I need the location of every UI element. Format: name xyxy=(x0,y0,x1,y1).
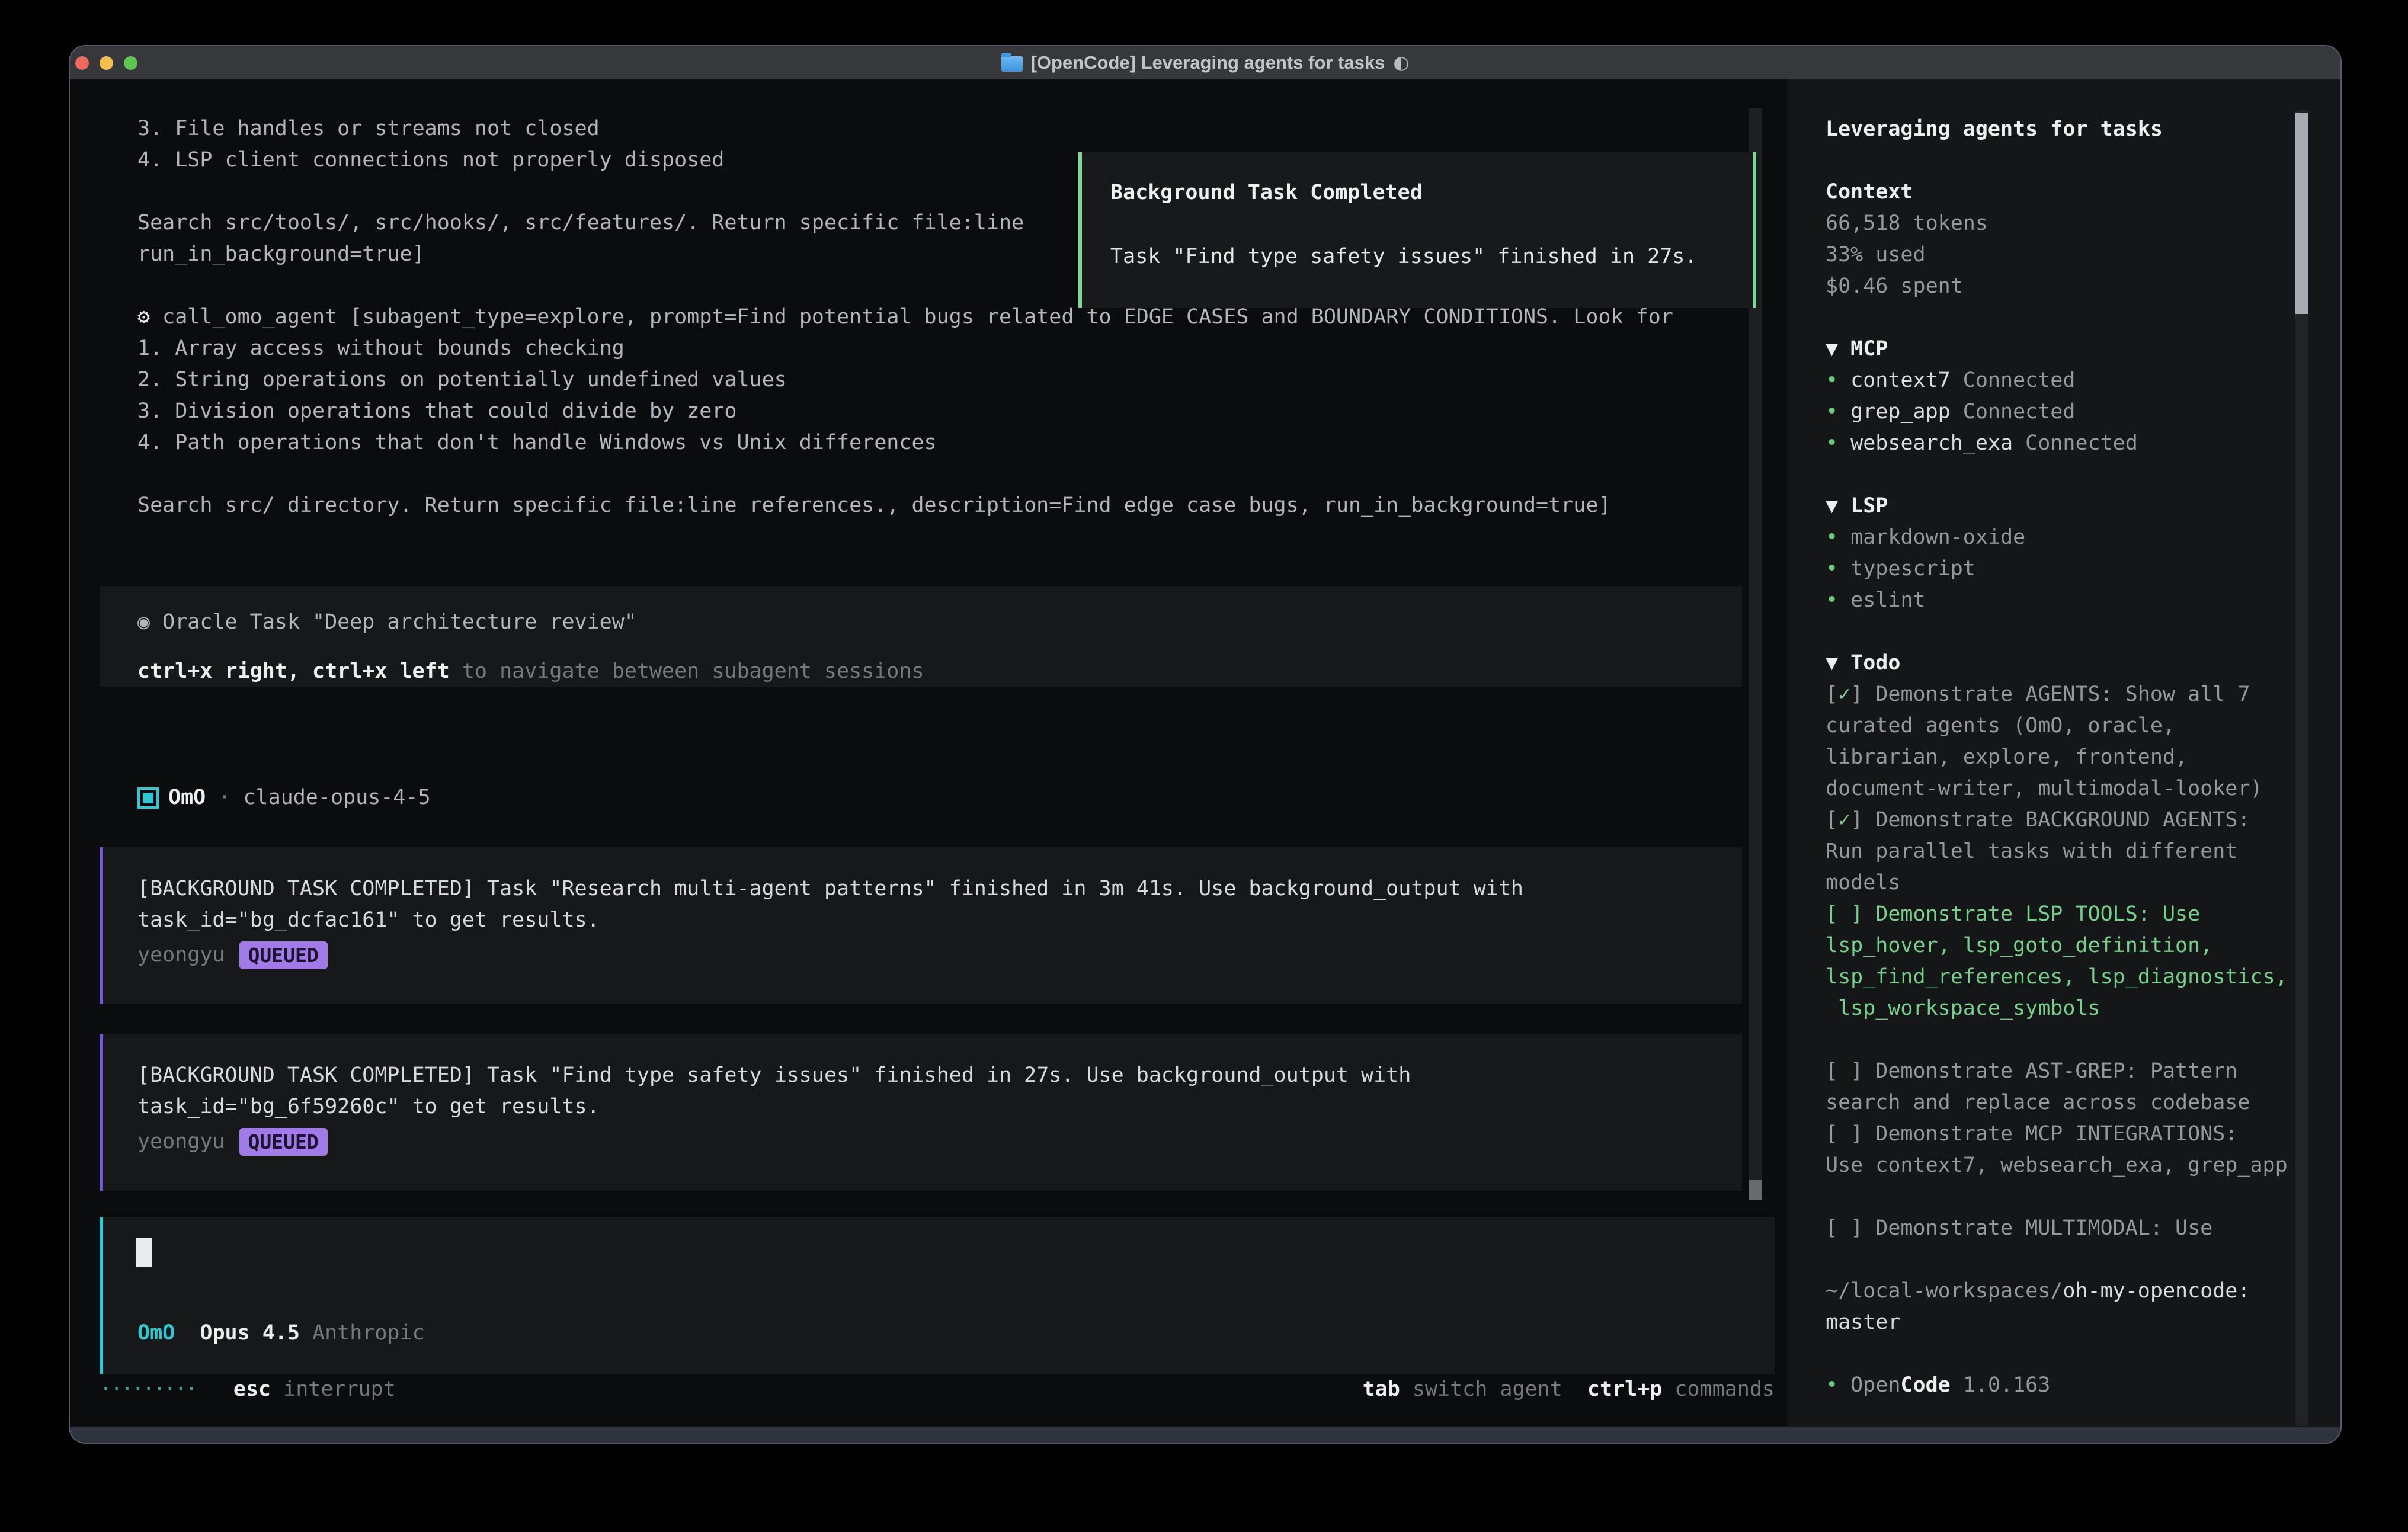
text-line: librarian, explore, frontend, xyxy=(1826,742,2288,773)
text-line: • OpenCode 1.0.163 xyxy=(1826,1370,2288,1401)
text-line: [ ] Demonstrate AST-GREP: Pattern xyxy=(1826,1056,2288,1087)
background-task-message-1: [BACKGROUND TASK COMPLETED] Task "Resear… xyxy=(100,847,1742,1004)
keybind-hints: tab switch agent ctrl+p commands xyxy=(1363,1374,1775,1405)
text-line xyxy=(1826,302,2288,334)
window-bottom-bar xyxy=(70,1426,2340,1443)
traffic-lights xyxy=(75,46,137,79)
interrupt-hint: ········· esc interrupt xyxy=(100,1374,396,1405)
text-line: master xyxy=(1826,1307,2288,1338)
toast-body: Task "Find type safety issues" finished … xyxy=(1110,245,1697,268)
text-line: search and replace across codebase xyxy=(1826,1087,2288,1118)
session-state-icon: ◐ xyxy=(1393,52,1409,73)
omo-agent-icon xyxy=(137,787,159,809)
text-line xyxy=(1826,616,2288,648)
zoom-button[interactable] xyxy=(124,56,137,70)
chat-scrollbar-thumb[interactable] xyxy=(1749,1180,1762,1200)
text-line: lsp_workspace_symbols xyxy=(1826,993,2288,1024)
text-line xyxy=(1826,1244,2288,1275)
text-line: 66,518 tokens xyxy=(1826,208,2288,239)
text-line: ~/local-workspaces/oh-my-opencode: xyxy=(1826,1275,2288,1307)
sidebar-scrollbar-track[interactable] xyxy=(2295,110,2308,1428)
text-line xyxy=(1826,459,2288,491)
window-title: [OpenCode] Leveraging agents for tasks ◐ xyxy=(1001,52,1410,73)
queued-badge: QUEUED xyxy=(239,941,328,969)
text-cursor xyxy=(136,1238,152,1267)
message-footer: yeongyu QUEUED xyxy=(137,1126,1742,1158)
text-line: 4. Path operations that don't handle Win… xyxy=(137,427,1673,459)
model-info: OmO Opus 4.5 Anthropic xyxy=(137,1318,425,1349)
text-line xyxy=(137,459,1673,490)
titlebar: [OpenCode] Leveraging agents for tasks ◐ xyxy=(70,46,2340,81)
text-line: 2. String operations on potentially unde… xyxy=(137,364,1673,396)
status-bar: ········· esc interrupt tab switch agent… xyxy=(100,1374,1775,1405)
text-line: • typescript xyxy=(1826,553,2288,585)
screen: { "window": { "title": "[OpenCode] Lever… xyxy=(0,0,2408,1532)
sidebar-content: Leveraging agents for tasks Context66,51… xyxy=(1826,79,2288,1401)
toast-title: Background Task Completed xyxy=(1110,181,1423,204)
text-line: [ ] Demonstrate LSP TOOLS: Use xyxy=(1826,899,2288,930)
user-label: yeongyu xyxy=(137,940,225,971)
opencode-window: [OpenCode] Leveraging agents for tasks ◐… xyxy=(69,45,2342,1444)
text-line: 3. File handles or streams not closed xyxy=(137,113,1673,145)
minimize-button[interactable] xyxy=(100,56,113,70)
text-line: • websearch_exa Connected xyxy=(1826,428,2288,459)
text-line: • context7 Connected xyxy=(1826,365,2288,396)
text-line: lsp_find_references, lsp_diagnostics, xyxy=(1826,961,2288,993)
sidebar: Leveraging agents for tasks Context66,51… xyxy=(1787,79,2340,1427)
text-line: [✓] Demonstrate BACKGROUND AGENTS: xyxy=(1826,805,2288,836)
agent-header: OmO · claude-opus-4-5 xyxy=(137,782,431,813)
text-line: $0.46 spent xyxy=(1826,271,2288,302)
text-line: 3. Division operations that could divide… xyxy=(137,396,1673,427)
folder-icon xyxy=(1001,56,1023,72)
text-line: [✓] Demonstrate AGENTS: Show all 7 xyxy=(1826,679,2288,710)
oracle-task-hint: ctrl+x right, ctrl+x left to navigate be… xyxy=(137,656,1742,687)
text-line: 33% used xyxy=(1826,239,2288,271)
text-line: task_id="bg_dcfac161" to get results. xyxy=(137,905,1742,936)
agent-header-text: OmO · claude-opus-4-5 xyxy=(168,782,431,813)
sidebar-scrollbar-thumb[interactable] xyxy=(2295,113,2308,314)
oracle-task-panel: ◉ Oracle Task "Deep architecture review"… xyxy=(100,586,1742,687)
text-line: • eslint xyxy=(1826,585,2288,616)
text-line: • markdown-oxide xyxy=(1826,522,2288,553)
message-footer: yeongyu QUEUED xyxy=(137,940,1742,971)
prompt-input[interactable]: OmO Opus 4.5 Anthropic xyxy=(100,1217,1775,1374)
text-line: 1. Array access without bounds checking xyxy=(137,333,1673,364)
text-line: Run parallel tasks with different xyxy=(1826,836,2288,867)
background-task-message-2: [BACKGROUND TASK COMPLETED] Task "Find t… xyxy=(100,1034,1742,1191)
text-line: document-writer, multimodal-looker) xyxy=(1826,773,2288,805)
text-line: ▼ LSP xyxy=(1826,491,2288,522)
text-line xyxy=(1826,1024,2288,1056)
text-line xyxy=(1826,1338,2288,1370)
text-line: Leveraging agents for tasks xyxy=(1826,114,2288,145)
toast-notification: Background Task Completed Task "Find typ… xyxy=(1078,152,1756,308)
text-line: Context xyxy=(1826,177,2288,208)
text-line: Use context7, websearch_exa, grep_app xyxy=(1826,1150,2288,1181)
message-lines: [BACKGROUND TASK COMPLETED] Task "Resear… xyxy=(137,873,1742,936)
text-line xyxy=(1826,145,2288,177)
text-line: [BACKGROUND TASK COMPLETED] Task "Resear… xyxy=(137,873,1742,905)
text-line: lsp_hover, lsp_goto_definition, xyxy=(1826,930,2288,961)
user-label: yeongyu xyxy=(137,1126,225,1158)
window-title-text: [OpenCode] Leveraging agents for tasks xyxy=(1031,52,1385,73)
text-line: task_id="bg_6f59260c" to get results. xyxy=(137,1091,1742,1123)
message-lines: [BACKGROUND TASK COMPLETED] Task "Find t… xyxy=(137,1060,1742,1123)
oracle-task-title: ◉ Oracle Task "Deep architecture review" xyxy=(137,607,1742,638)
queued-badge: QUEUED xyxy=(239,1128,328,1156)
text-line: ▼ Todo xyxy=(1826,648,2288,679)
text-line: [ ] Demonstrate MULTIMODAL: Use xyxy=(1826,1213,2288,1244)
close-button[interactable] xyxy=(75,56,89,70)
text-line: models xyxy=(1826,867,2288,899)
text-line xyxy=(1826,1181,2288,1213)
text-line: [ ] Demonstrate MCP INTEGRATIONS: xyxy=(1826,1118,2288,1150)
chat-area: 3. File handles or streams not closed 4. … xyxy=(70,79,1787,1427)
text-line: • grep_app Connected xyxy=(1826,396,2288,428)
text-line: curated agents (OmO, oracle, xyxy=(1826,710,2288,742)
text-line: ▼ MCP xyxy=(1826,334,2288,365)
text-line: [BACKGROUND TASK COMPLETED] Task "Find t… xyxy=(137,1060,1742,1091)
text-line: Search src/ directory. Return specific f… xyxy=(137,490,1673,521)
